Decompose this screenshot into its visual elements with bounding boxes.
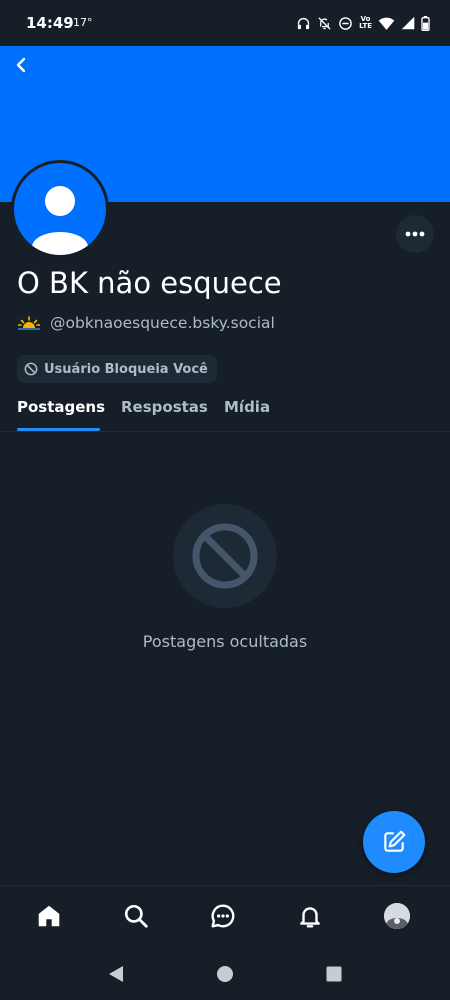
tab-midia[interactable]: Mídia [224,398,270,416]
system-recents-button[interactable] [324,964,344,984]
status-temperature: 17° [73,16,93,29]
empty-state-message: Postagens ocultadas [142,632,308,651]
profile-tabs: Postagens Respostas Mídia [0,388,450,432]
bottom-navigation [0,885,450,945]
do-not-disturb-icon [339,16,352,30]
nav-home[interactable] [34,901,64,931]
profile-display-name: O BK não esquece [17,266,282,300]
nav-chat[interactable] [208,901,238,931]
system-navigation-bar [0,945,450,1000]
home-icon [38,905,60,927]
more-options-button[interactable] [396,215,434,253]
profile-handle: @obknaoesquece.bsky.social [50,314,275,332]
status-icons: Vo LTE [296,13,430,33]
chevron-left-icon [16,57,26,73]
profile-handle-row: @obknaoesquece.bsky.social [18,312,275,334]
bell-off-icon [318,16,331,30]
tab-postagens[interactable]: Postagens [17,398,105,416]
nav-notifications[interactable] [295,901,325,931]
triangle-back-icon [109,966,123,982]
posts-hidden-icon-circle [173,504,277,608]
tab-respostas[interactable]: Respostas [121,398,208,416]
back-button[interactable] [8,52,34,78]
compose-post-button[interactable] [363,811,425,873]
avatar-photo-icon [384,903,410,929]
circle-home-icon [217,966,233,982]
sunrise-emoji-icon [18,316,40,330]
square-recents-icon [326,966,342,982]
battery-icon [421,15,430,31]
nav-search[interactable] [121,901,151,931]
compose-icon [384,830,406,852]
block-icon [192,523,258,589]
block-icon [24,362,38,376]
blocked-badge-label: Usuário Bloqueia Você [44,361,208,377]
chat-icon [211,904,235,928]
search-icon [124,904,148,928]
profile-avatar-small [384,903,410,929]
blocked-status-badge: Usuário Bloqueia Você [17,355,217,383]
status-time: 14:49 [26,14,74,32]
signal-icon [401,16,415,30]
status-bar: 14:49 17° Vo LTE [0,0,450,46]
system-back-button[interactable] [106,964,126,984]
active-tab-indicator [17,428,100,431]
profile-avatar[interactable] [11,160,109,258]
wifi-icon [378,17,395,30]
headphones-icon [297,17,310,29]
bell-icon [300,907,320,928]
system-home-button[interactable] [215,964,235,984]
volte-indicator: Vo LTE [359,15,372,30]
nav-profile[interactable] [382,901,412,931]
default-avatar-icon [32,186,88,255]
ellipsis-icon [405,231,425,237]
